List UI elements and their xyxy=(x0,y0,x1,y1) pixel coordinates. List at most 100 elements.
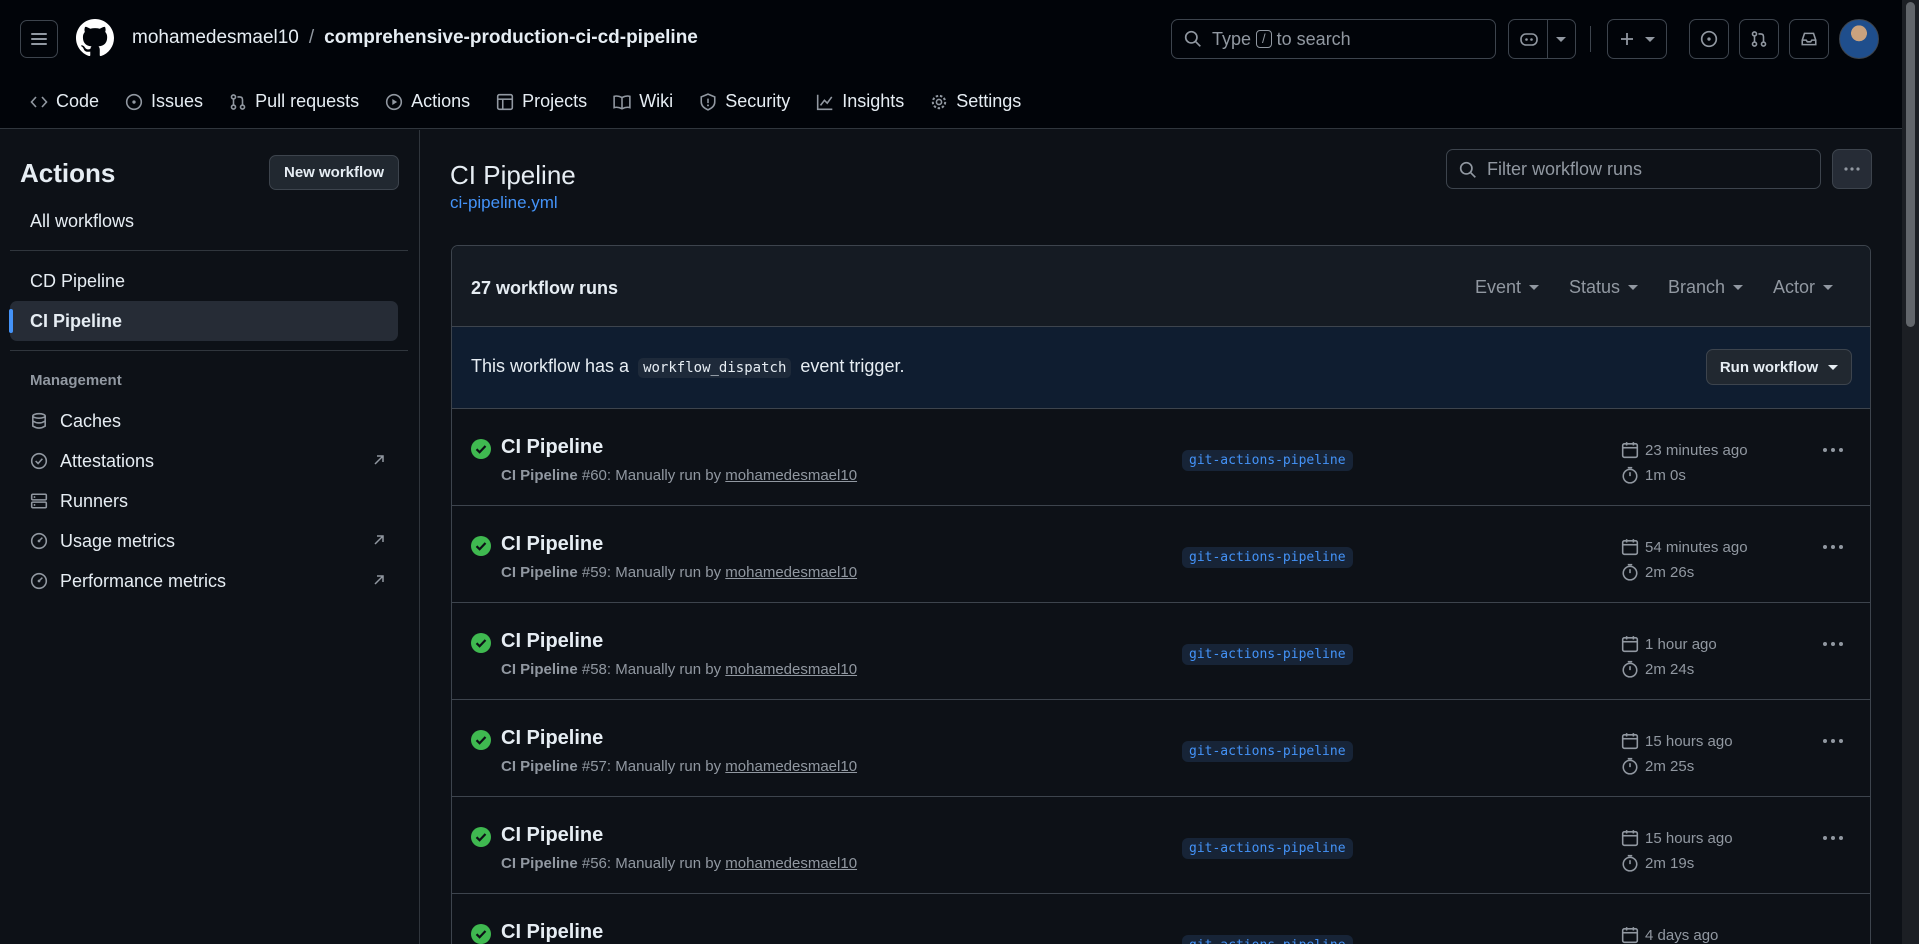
run-title-link[interactable]: CI Pipeline xyxy=(501,533,603,556)
workflow-options-button[interactable] xyxy=(1832,149,1872,189)
tab-issues[interactable]: Issues xyxy=(121,85,217,118)
workflow-run-row[interactable]: CI Pipeline git-actions-pipeline 4 days … xyxy=(452,894,1870,944)
actor-filter-dropdown[interactable]: Actor xyxy=(1773,277,1834,298)
header-divider xyxy=(1590,26,1591,52)
sidebar-item-usage-metrics[interactable]: Usage metrics xyxy=(10,521,398,561)
repo-owner-link[interactable]: mohamedesmael10 xyxy=(132,27,299,48)
calendar-icon xyxy=(1621,927,1639,944)
run-duration-text: 1m 0s xyxy=(1645,466,1686,484)
repo-nav-tabs: Code Issues Pull requests Actions Projec… xyxy=(26,85,1043,118)
run-actor-link[interactable]: mohamedesmael10 xyxy=(725,661,857,678)
copilot-button[interactable] xyxy=(1508,19,1576,59)
workflow-run-row[interactable]: CI Pipeline CI Pipeline #56: Manually ru… xyxy=(452,797,1870,894)
run-duration: 2m 26s xyxy=(1621,563,1694,581)
meter-icon xyxy=(30,532,48,550)
management-heading: Management xyxy=(30,372,122,389)
sidebar-item-label: Usage metrics xyxy=(60,530,176,551)
user-avatar[interactable] xyxy=(1839,19,1879,59)
workflow-run-row[interactable]: CI Pipeline CI Pipeline #59: Manually ru… xyxy=(452,506,1870,603)
tab-code[interactable]: Code xyxy=(26,85,113,118)
tab-insights[interactable]: Insights xyxy=(812,85,918,118)
branch-label[interactable]: git-actions-pipeline xyxy=(1182,838,1353,859)
runs-count: 27 workflow runs xyxy=(471,278,619,298)
run-duration: 2m 25s xyxy=(1621,757,1694,775)
run-subtitle: CI Pipeline #60: Manually run by mohamed… xyxy=(501,467,857,484)
filter-workflow-runs-input[interactable]: Filter workflow runs xyxy=(1446,149,1821,189)
pull-request-icon xyxy=(230,93,246,110)
branch-filter-dropdown[interactable]: Branch xyxy=(1668,277,1744,298)
run-options-icon[interactable] xyxy=(1822,641,1844,647)
tab-actions[interactable]: Actions xyxy=(381,85,484,118)
success-check-icon xyxy=(471,536,491,556)
issues-button[interactable] xyxy=(1689,19,1729,59)
new-workflow-button[interactable]: New workflow xyxy=(269,155,399,190)
pull-requests-button[interactable] xyxy=(1739,19,1779,59)
scrollbar-thumb[interactable] xyxy=(1906,2,1915,327)
run-number: #56 xyxy=(581,855,607,872)
branch-label[interactable]: git-actions-pipeline xyxy=(1182,741,1353,762)
page-scrollbar[interactable] xyxy=(1902,0,1919,944)
filter-label: Actor xyxy=(1773,277,1816,297)
workflow-file-link[interactable]: ci-pipeline.yml xyxy=(450,193,558,213)
status-filter-dropdown[interactable]: Status xyxy=(1569,277,1639,298)
run-workflow-name: CI Pipeline xyxy=(501,564,578,581)
success-check-icon xyxy=(471,730,491,750)
create-new-button[interactable] xyxy=(1607,19,1667,59)
sidebar-item-cd-pipeline[interactable]: CD Pipeline xyxy=(10,261,398,301)
branch-label[interactable]: git-actions-pipeline xyxy=(1182,644,1353,665)
run-options-icon[interactable] xyxy=(1822,738,1844,744)
repo-name-link[interactable]: comprehensive-production-ci-cd-pipeline xyxy=(324,27,698,48)
branch-label[interactable]: git-actions-pipeline xyxy=(1182,935,1353,944)
run-title-link[interactable]: CI Pipeline xyxy=(501,727,603,750)
run-actor-link[interactable]: mohamedesmael10 xyxy=(725,467,857,484)
run-duration-text: 2m 24s xyxy=(1645,660,1695,678)
run-title-link[interactable]: CI Pipeline xyxy=(501,630,603,653)
runs-header: 27 workflow runs Event Status Branch Act… xyxy=(452,246,1870,327)
run-actor-link[interactable]: mohamedesmael10 xyxy=(725,855,857,872)
tab-wiki[interactable]: Wiki xyxy=(609,85,687,118)
run-options-icon[interactable] xyxy=(1822,835,1844,841)
dispatch-code: workflow_dispatch xyxy=(638,358,792,378)
run-title-link[interactable]: CI Pipeline xyxy=(501,436,603,459)
inbox-button[interactable] xyxy=(1789,19,1829,59)
sidebar-item-attestations[interactable]: Attestations xyxy=(10,441,398,481)
tab-security[interactable]: Security xyxy=(695,85,804,118)
dispatch-banner: This workflow has a workflow_dispatch ev… xyxy=(452,327,1870,409)
issue-icon xyxy=(125,93,143,110)
workflow-run-row[interactable]: CI Pipeline CI Pipeline #58: Manually ru… xyxy=(452,603,1870,700)
sidebar-item-runners[interactable]: Runners xyxy=(10,481,398,521)
tab-settings[interactable]: Settings xyxy=(926,85,1035,118)
event-filter-dropdown[interactable]: Event xyxy=(1475,277,1540,298)
workflow-run-row[interactable]: CI Pipeline CI Pipeline #57: Manually ru… xyxy=(452,700,1870,797)
run-options-icon[interactable] xyxy=(1822,544,1844,550)
global-search-input[interactable]: Type / to search xyxy=(1171,19,1496,59)
run-title-link[interactable]: CI Pipeline xyxy=(501,921,603,944)
actions-sidebar: Actions New workflow All workflows CD Pi… xyxy=(0,130,420,944)
run-workflow-button[interactable]: Run workflow xyxy=(1706,349,1852,385)
workflow-run-row[interactable]: CI Pipeline CI Pipeline #60: Manually ru… xyxy=(452,409,1870,506)
run-options-icon[interactable] xyxy=(1822,447,1844,453)
branch-label[interactable]: git-actions-pipeline xyxy=(1182,547,1353,568)
sidebar-item-all-workflows[interactable]: All workflows xyxy=(10,201,398,241)
table-icon xyxy=(497,93,514,110)
dispatch-message: This workflow has a workflow_dispatch ev… xyxy=(471,356,904,378)
repo-breadcrumb: mohamedesmael10 / comprehensive-production… xyxy=(132,27,698,49)
github-logo-icon[interactable] xyxy=(76,19,114,57)
run-trigger: : Manually run by xyxy=(606,758,722,775)
run-actor-link[interactable]: mohamedesmael10 xyxy=(725,758,857,775)
sidebar-item-label: Performance metrics xyxy=(60,570,227,591)
pull-request-icon xyxy=(1751,31,1767,47)
run-actor-link[interactable]: mohamedesmael10 xyxy=(725,564,857,581)
sidebar-item-ci-pipeline[interactable]: CI Pipeline xyxy=(9,301,398,341)
sidebar-item-caches[interactable]: Caches xyxy=(10,401,398,441)
global-header: mohamedesmael10 / comprehensive-production… xyxy=(0,0,1902,129)
run-subtitle: CI Pipeline #57: Manually run by mohamed… xyxy=(501,758,857,775)
sidebar-item-performance-metrics[interactable]: Performance metrics xyxy=(10,561,398,601)
tab-projects[interactable]: Projects xyxy=(492,85,601,118)
run-title-link[interactable]: CI Pipeline xyxy=(501,824,603,847)
tab-pull-requests[interactable]: Pull requests xyxy=(225,85,373,118)
branch-label[interactable]: git-actions-pipeline xyxy=(1182,450,1353,471)
search-placeholder-suffix: to search xyxy=(1276,28,1351,49)
menu-button[interactable] xyxy=(20,20,58,58)
stopwatch-icon xyxy=(1622,660,1638,678)
